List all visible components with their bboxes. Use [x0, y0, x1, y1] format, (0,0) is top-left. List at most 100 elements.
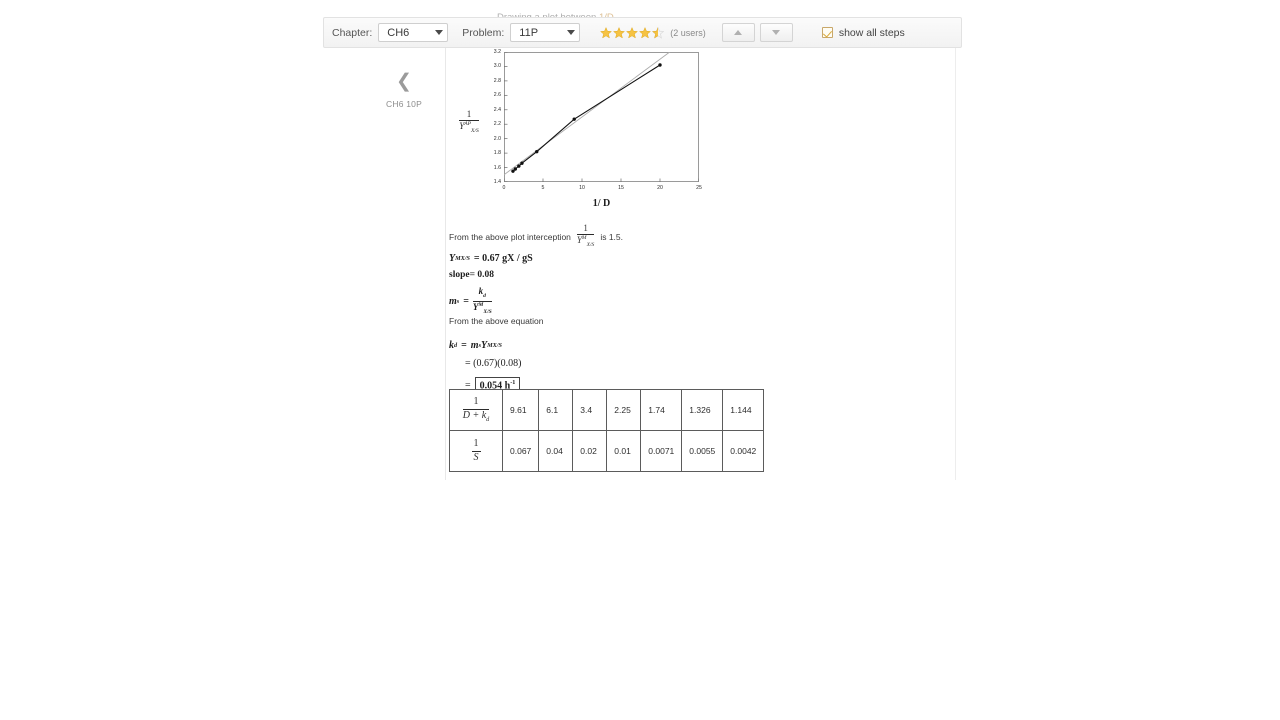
show-all-steps-checkbox[interactable]: [821, 27, 833, 38]
kd-numeric-line: = (0.67)(0.08): [465, 358, 522, 369]
y-axis-denominator-sub: X/S: [471, 128, 479, 135]
table-cell: 2.25: [606, 389, 642, 431]
table-cell: 9.61: [501, 389, 540, 431]
chart-svg: [504, 52, 699, 182]
problem-toolbar: Chapter: CH6 Problem: 11P (2 users) show…: [323, 17, 962, 48]
table-row-header: 1D + kd: [449, 389, 503, 431]
row-header-denominator: S: [473, 451, 479, 463]
star-icon[interactable]: [626, 26, 639, 39]
next-step-button[interactable]: [759, 23, 793, 42]
table-cell: 0.0055: [681, 430, 724, 472]
chart-x-tick-label: 25: [696, 185, 702, 191]
yield-symbol-sub: X/S: [460, 255, 470, 262]
show-all-steps-label: show all steps: [838, 26, 905, 39]
previous-problem-label: CH6 10P: [386, 99, 422, 109]
chart-y-tick-label: 3.0: [493, 63, 501, 70]
chart-y-tick-label: 1.8: [493, 150, 501, 157]
table-cell: 1.144: [722, 389, 765, 431]
chart-data-point: [658, 63, 662, 67]
from-equation-text: From the above equation: [449, 316, 544, 326]
ms-symbol-sub: s: [456, 297, 460, 305]
star-half-icon[interactable]: [652, 26, 665, 39]
chapter-select[interactable]: CH6: [378, 23, 449, 42]
row-header-numerator: 1: [471, 438, 481, 452]
table-row: 1 S 0.067 0.04 0.02 0.01 0.0071 0.0055 0.0042: [449, 430, 765, 472]
table-cell: 0.04: [538, 430, 574, 472]
row-header-denominator: D + kd: [462, 409, 490, 423]
ms-equation: ms = kd YMX/S: [449, 286, 492, 315]
solution-chart: 1 YAPX/S 1.4 1.6 1.8 2.0 2.2 2.4 2.6 2.8 3.0 3.2 …: [446, 49, 726, 220]
chart-x-tick-label: 0: [502, 185, 506, 191]
chapter-select-value: CH6: [387, 26, 410, 39]
intercept-fraction-denominator-sub: X/S: [586, 242, 595, 249]
chapter-label: Chapter:: [332, 26, 373, 39]
y-axis-numerator: 1: [459, 109, 479, 122]
chart-y-tick-label: 2.4: [493, 106, 501, 113]
y-axis-denominator-sup: AP: [464, 121, 472, 128]
show-all-steps-control[interactable]: show all steps: [821, 26, 905, 39]
row-header-denominator-sub: d: [486, 415, 490, 423]
intercept-fraction-denominator-sup: M: [581, 235, 587, 242]
slope-line: slope= 0.08: [449, 270, 494, 280]
data-table: 1D + kd 9.61 6.1 3.4 2.25 1.74 1.326 1.144 1 S 0.0…: [449, 389, 765, 472]
chevron-left-icon[interactable]: ❮: [372, 72, 436, 91]
kd-rhs-m: m: [470, 340, 479, 351]
chart-data-point: [572, 117, 576, 121]
kd-rhs-y-sub: X/S: [492, 342, 502, 349]
star-icon[interactable]: [639, 26, 652, 39]
star-icon[interactable]: [600, 26, 613, 39]
chart-data-point: [513, 167, 518, 171]
table-cell: 1.74: [640, 389, 683, 431]
problem-label: Problem:: [462, 26, 505, 39]
chart-y-tick-label: 1.4: [493, 179, 501, 185]
solution-content-panel: 1 YAPX/S 1.4 1.6 1.8 2.0 2.2 2.4 2.6 2.8 3.0 3.2 …: [445, 48, 956, 480]
ms-numerator-sub: d: [483, 292, 486, 299]
chart-y-tick-label: 1.6: [493, 164, 501, 171]
previous-step-button[interactable]: [721, 23, 755, 42]
star-rating[interactable]: [600, 26, 665, 39]
table-cell: 0.067: [501, 430, 540, 472]
ms-denominator-sup: M: [478, 301, 484, 308]
table-cell: 0.0071: [640, 430, 683, 472]
problem-select-value: 11P: [519, 26, 539, 39]
kd-symbol-sub: d: [454, 342, 458, 349]
chart-plot-area: 1.4 1.6 1.8 2.0 2.2 2.4 2.6 2.8 3.0 3.2 0 5 10 15 20 2…: [494, 49, 702, 191]
star-icon[interactable]: [613, 26, 626, 39]
table-cell: 6.1: [538, 389, 574, 431]
chart-data-point: [535, 149, 539, 154]
ms-denominator-sub: X/S: [483, 308, 492, 315]
page-root: Drawing a plot between 1/D Chapter: CH6 …: [0, 0, 1280, 720]
chart-y-tick-label: 3.2: [493, 49, 501, 55]
chevron-down-icon: [567, 30, 576, 35]
chevron-down-icon: [435, 30, 444, 35]
chart-x-tick-label: 5: [541, 185, 545, 191]
chart-y-tick-label: 2.8: [493, 77, 501, 84]
chart-x-tick-label: 10: [579, 185, 585, 191]
rating-users-count: (2 users): [670, 27, 706, 38]
problem-select[interactable]: 11P: [510, 23, 581, 42]
table-row: 1D + kd 9.61 6.1 3.4 2.25 1.74 1.326 1.144: [449, 389, 765, 431]
triangle-down-icon: [772, 30, 781, 35]
intercept-text-after: is 1.5.: [600, 231, 624, 242]
rating-widget[interactable]: (2 users): [600, 26, 706, 39]
chart-y-tick-label: 2.2: [493, 121, 501, 128]
kd-equation: kd = m s Y M X/S: [449, 340, 502, 351]
row-header-numerator: 1: [462, 396, 490, 410]
kd-result-exponent: -1: [510, 379, 516, 386]
ms-symbol: m: [449, 295, 457, 307]
intercept-fraction-numerator: 1: [576, 223, 595, 236]
chart-y-tick-label: 2.0: [493, 135, 501, 142]
chart-x-tick-label: 20: [657, 185, 663, 191]
previous-problem-nav[interactable]: ❮ CH6 10P: [372, 72, 436, 109]
chart-y-tick-label: 2.6: [493, 92, 501, 99]
table-cell: 0.01: [606, 430, 642, 472]
chart-data-point: [517, 164, 521, 168]
chart-data-point: [520, 161, 524, 165]
intercept-statement: From the above plot interception 1 YMX/S…: [449, 223, 624, 249]
table-cell: 0.0042: [722, 430, 765, 472]
triangle-up-icon: [734, 30, 743, 35]
table-row-header: 1S: [449, 430, 503, 472]
chart-y-axis-label: 1 YAPX/S: [449, 109, 489, 135]
chart-x-axis-label: 1/ D: [592, 198, 611, 209]
chart-x-tick-label: 15: [618, 185, 624, 191]
